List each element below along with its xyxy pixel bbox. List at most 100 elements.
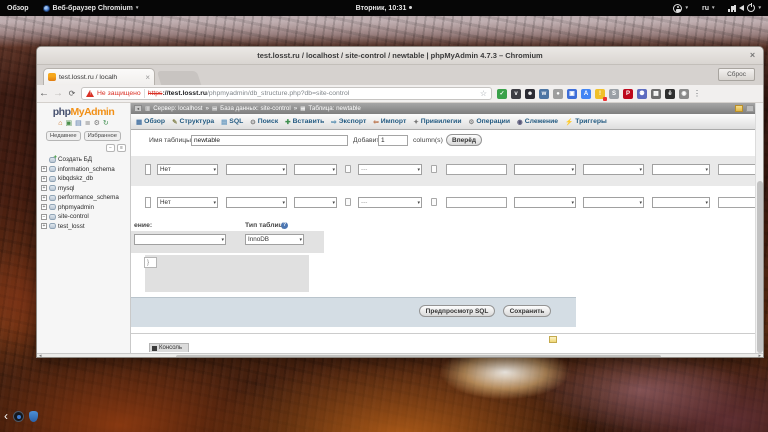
vk-ext-icon[interactable]: w (539, 89, 549, 99)
recent-tables-select[interactable]: Недавнее (46, 131, 81, 141)
browser-menu-button[interactable]: ⋮ (693, 89, 701, 98)
sidebar-item-information-schema[interactable]: +information_schema (41, 165, 130, 175)
sidebar-item-mysql[interactable]: +mysql (41, 184, 130, 194)
query-window-icon[interactable] (735, 105, 743, 112)
tab-insert[interactable]: ✚Вставить (285, 118, 324, 126)
reset-button[interactable]: Сброс (718, 68, 755, 81)
browser-tab[interactable]: test.losst.ru / localh × (43, 68, 155, 85)
bookmark-star-icon[interactable]: ☆ (480, 89, 487, 98)
dock-chevron-icon[interactable]: ‹ (4, 410, 8, 422)
partition-definition-area[interactable] (145, 255, 309, 292)
expander-icon[interactable]: + (41, 195, 47, 201)
vertical-scrollbar[interactable] (755, 103, 763, 353)
expand-icon[interactable] (746, 105, 754, 112)
collapse-all-button[interactable]: − (106, 144, 115, 152)
expander-icon[interactable]: + (41, 223, 47, 229)
column-virtuality-select[interactable]: ▾ (514, 164, 576, 175)
collation-select[interactable]: ▾ (134, 234, 226, 245)
column-extra-input[interactable] (718, 164, 756, 175)
breadcrumb-database[interactable]: База данных: site-control (220, 105, 291, 112)
tab-browse[interactable]: ▦Обзор (136, 118, 165, 126)
column-attributes-select[interactable]: ▾ (294, 197, 337, 208)
column-extra-input[interactable] (718, 197, 756, 208)
column-attributes-select[interactable]: ▾ (294, 164, 337, 175)
breadcrumb-server[interactable]: Сервер: localhost (153, 105, 202, 112)
column-name-input[interactable] (145, 164, 151, 175)
url-text[interactable]: https://test.losst.ru/phpmyadmin/db_stru… (148, 90, 350, 97)
save-button[interactable]: Сохранить (503, 305, 551, 317)
new-tab-button[interactable] (157, 71, 202, 85)
expander-icon[interactable]: + (41, 166, 47, 172)
docs-icon[interactable]: ≣ (85, 120, 91, 128)
robot-ext-icon[interactable]: ⚉ (637, 89, 647, 99)
vertical-scrollbar-thumb[interactable] (757, 181, 763, 353)
column-default-select[interactable]: Нет▾ (157, 164, 218, 175)
list-view-button[interactable]: ≡ (117, 144, 126, 152)
add-columns-input[interactable]: 1 (378, 135, 408, 146)
column-mime-select[interactable]: ▾ (652, 197, 710, 208)
storage-engine-select[interactable]: InnoDB▾ (245, 234, 304, 245)
preview-sql-button[interactable]: Предпросмотр SQL (419, 305, 495, 317)
window-titlebar[interactable]: test.losst.ru / localhost / site-control… (37, 47, 763, 65)
tab-triggers[interactable]: ⚡Триггеры (565, 118, 607, 126)
horizontal-scrollbar-thumb[interactable] (176, 355, 661, 358)
sidebar-item-phpmyadmin[interactable]: +phpmyadmin (41, 203, 130, 213)
breadcrumb-table[interactable]: Таблица: newtable (308, 105, 360, 112)
column-collation-select[interactable]: ▾ (226, 164, 287, 175)
scroll-left-arrow-icon[interactable]: ◂ (39, 353, 42, 358)
reload-button[interactable]: ⟳ (65, 86, 79, 102)
column-mime-select[interactable]: ▾ (652, 164, 710, 175)
column-index-select[interactable]: ---▾ (358, 164, 422, 175)
grid-ext-icon[interactable]: ▦ (651, 89, 661, 99)
go-button[interactable]: Вперёд (446, 134, 482, 146)
expander-icon[interactable]: − (41, 214, 47, 220)
ghostery-ext-icon[interactable]: ☻ (525, 89, 535, 99)
column-virtuality-select[interactable]: ▾ (514, 197, 576, 208)
tab-sql[interactable]: ▤SQL (221, 118, 243, 126)
expander-icon[interactable]: + (41, 204, 47, 210)
sidebar-item-test-losst[interactable]: +test_losst (41, 222, 130, 232)
note-icon[interactable] (549, 336, 557, 343)
nav-collapse-button[interactable]: ◂ (134, 105, 142, 112)
disabled-ext-icon[interactable]: ● (553, 89, 563, 99)
help-icon[interactable]: ? (281, 222, 288, 229)
sidebar-item-site-control[interactable]: −site-control (41, 212, 130, 222)
column-null-checkbox[interactable] (345, 165, 351, 173)
address-bar[interactable]: ! Не защищено https://test.losst.ru/phpm… (81, 87, 492, 100)
tab-close-icon[interactable]: × (145, 73, 150, 82)
expander-icon[interactable]: + (41, 185, 47, 191)
tab-search[interactable]: ⊙Поиск (250, 118, 278, 126)
lightbulb-ext-icon[interactable]: ! (595, 89, 605, 99)
reload-nav-icon[interactable]: ↻ (103, 120, 109, 128)
logout-icon[interactable]: ▣ (65, 120, 72, 128)
sidebar-item-kibqdskz-db[interactable]: +kibqdskz_db (41, 174, 130, 184)
column-default-select[interactable]: Нет▾ (157, 197, 218, 208)
tab-tracking[interactable]: ◉Слежение (517, 118, 558, 126)
column-collation-select[interactable]: ▾ (226, 197, 287, 208)
frigate-ext-icon[interactable]: ▣ (567, 89, 577, 99)
pocket-ext-icon[interactable]: v (511, 89, 521, 99)
tab-operations[interactable]: ⚙Операции (469, 118, 510, 126)
tab-export[interactable]: ⇨Экспорт (331, 118, 366, 126)
forward-button[interactable]: → (51, 86, 65, 102)
yo-ext-icon[interactable]: ё (665, 89, 675, 99)
keyboard-layout-menu[interactable]: ru ▾ (695, 0, 722, 16)
favorite-tables-select[interactable]: Избранное (84, 131, 121, 141)
adblock-shield-ext-icon[interactable]: ✓ (497, 89, 507, 99)
scroll-right-arrow-icon[interactable]: ▸ (758, 353, 761, 358)
window-close-button[interactable]: × (747, 50, 758, 61)
column-index-select[interactable]: ---▾ (358, 197, 422, 208)
activities-button[interactable]: Обзор (0, 0, 36, 16)
pma-logo[interactable]: phpMyAdmin (37, 106, 130, 118)
dock-app-icon[interactable] (13, 411, 24, 422)
console-toggle[interactable]: Консоль (149, 343, 189, 352)
tab-structure[interactable]: ✎Структура (172, 118, 214, 126)
sql-window-icon[interactable]: ▤ (75, 120, 82, 128)
accessibility-menu[interactable]: ▾ (666, 0, 695, 16)
table-name-input[interactable]: newtable (191, 135, 348, 146)
system-status-menu[interactable]: ▾ (721, 0, 768, 16)
column-ai-checkbox[interactable] (431, 198, 437, 206)
column-name-input[interactable] (145, 197, 151, 208)
dock-shield-icon[interactable] (29, 411, 38, 422)
camera-ext-icon[interactable]: ◉ (679, 89, 689, 99)
